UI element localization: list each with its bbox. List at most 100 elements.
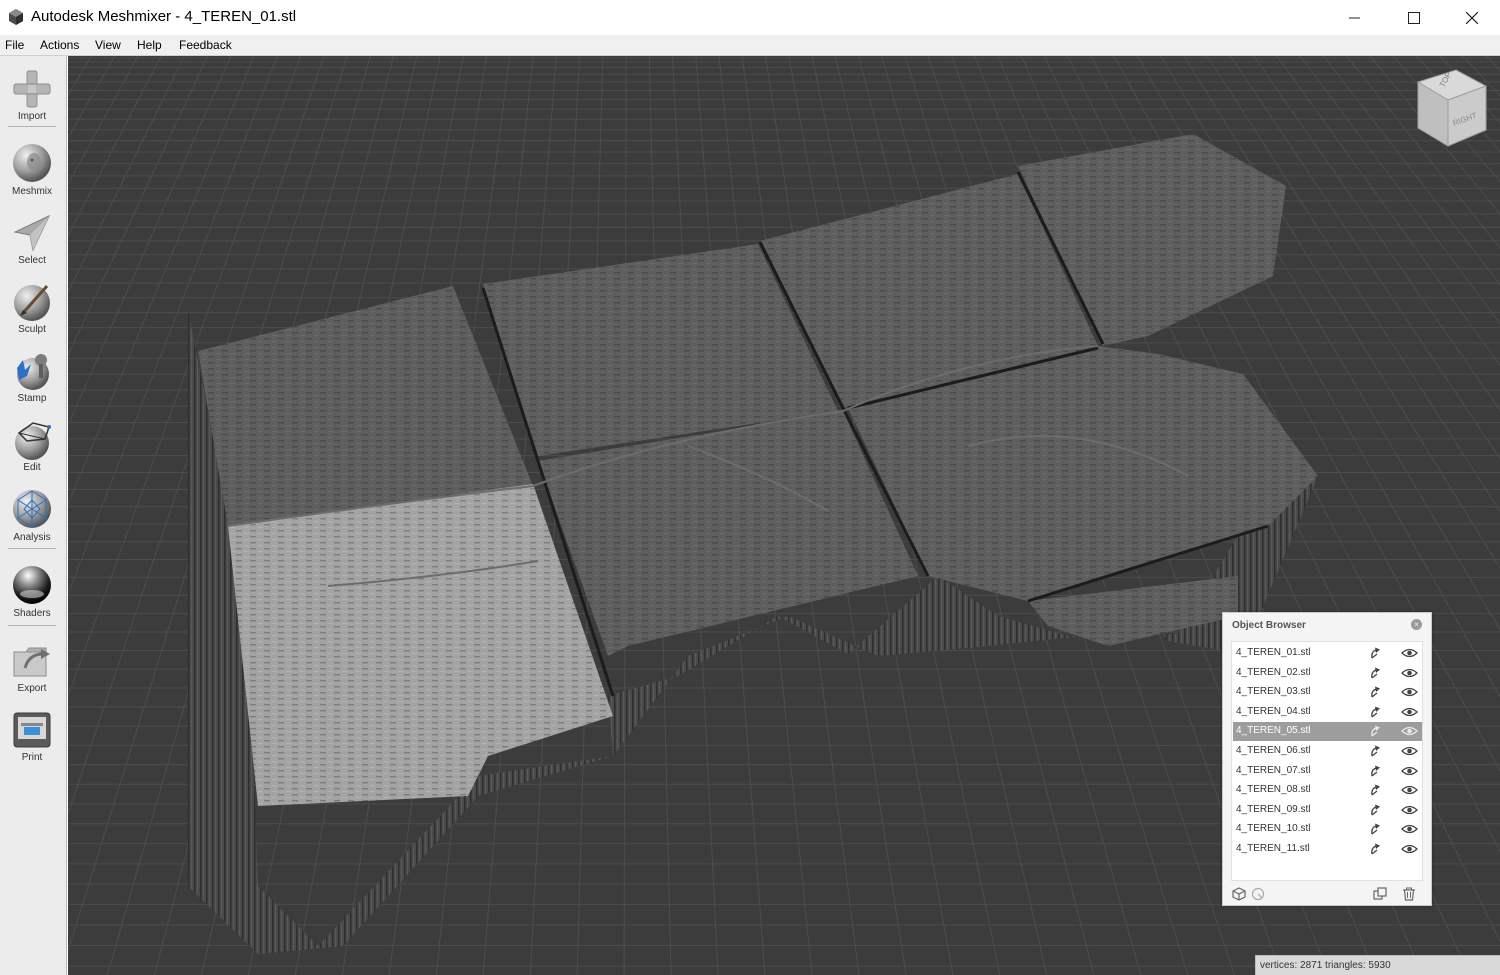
visibility-eye-icon[interactable]	[1401, 784, 1418, 796]
transform-icon[interactable]	[1369, 744, 1383, 758]
tool-export[interactable]: Export	[0, 634, 64, 700]
visibility-eye-icon[interactable]	[1401, 706, 1418, 718]
visibility-eye-icon[interactable]	[1401, 667, 1418, 679]
menu-bar: File Actions View Help Feedback	[0, 35, 1500, 56]
object-row[interactable]: 4_TEREN_07.stl	[1233, 762, 1422, 781]
transform-icon[interactable]	[1369, 783, 1383, 797]
printer-icon	[13, 712, 51, 748]
transform-icon[interactable]	[1369, 666, 1383, 680]
transform-icon[interactable]	[1369, 803, 1383, 817]
object-row[interactable]: 4_TEREN_04.stl	[1233, 703, 1422, 722]
terrain-tile-1	[198, 286, 533, 526]
object-list: 4_TEREN_01.stl 4_TEREN_02.stl 4_TEREN_03.s…	[1231, 641, 1423, 881]
object-browser-panel: Object Browser × 4_TEREN_01.stl 4_TEREN_0…	[1222, 612, 1432, 906]
cube-icon[interactable]	[1231, 886, 1247, 902]
tool-import[interactable]: Import	[0, 62, 64, 128]
shader-sphere-icon	[13, 566, 51, 604]
tool-print[interactable]: Print	[0, 703, 64, 769]
object-row[interactable]: 4_TEREN_09.stl	[1233, 801, 1422, 820]
object-name: 4_TEREN_03.stl	[1236, 686, 1311, 698]
view-cube[interactable]: TOP RIGHT	[1416, 68, 1488, 148]
duplicate-icon[interactable]	[1372, 886, 1388, 902]
object-name: 4_TEREN_02.stl	[1236, 666, 1311, 678]
menu-help[interactable]: Help	[137, 38, 162, 52]
object-row[interactable]: 4_TEREN_06.stl	[1233, 742, 1422, 761]
menu-file[interactable]: File	[5, 38, 24, 52]
close-icon[interactable]: ×	[1411, 619, 1422, 630]
visibility-eye-icon[interactable]	[1401, 647, 1418, 659]
toolbar-divider	[8, 625, 56, 626]
status-bar: vertices: 2871 triangles: 5930	[1255, 955, 1500, 975]
visibility-eye-icon[interactable]	[1401, 804, 1418, 816]
mesh-sphere-icon	[13, 490, 51, 528]
tool-select[interactable]: Select	[0, 206, 64, 272]
meshmixer-logo-icon	[9, 9, 23, 25]
menu-actions[interactable]: Actions	[40, 38, 79, 52]
object-browser-header[interactable]: Object Browser ×	[1223, 613, 1431, 637]
transform-icon[interactable]	[1369, 705, 1383, 719]
close-button[interactable]	[1443, 0, 1500, 35]
menu-view[interactable]: View	[95, 38, 121, 52]
visibility-eye-icon[interactable]	[1401, 725, 1418, 737]
tool-label: Print	[21, 752, 43, 763]
stamp-icon	[17, 354, 49, 390]
tool-shaders[interactable]: Shaders	[0, 558, 64, 624]
terrain-tile-selected	[228, 484, 613, 806]
toolbar-divider	[8, 548, 56, 549]
transform-icon[interactable]	[1369, 764, 1383, 778]
transform-icon[interactable]	[1369, 842, 1383, 856]
visibility-eye-icon[interactable]	[1401, 765, 1418, 777]
terrain-tile-5	[538, 411, 918, 656]
edit-sphere-icon	[15, 422, 51, 460]
menu-feedback[interactable]: Feedback	[179, 38, 232, 52]
object-row[interactable]: 4_TEREN_10.stl	[1233, 820, 1422, 839]
tool-meshmix[interactable]: Meshmix	[0, 136, 64, 202]
transform-icon[interactable]	[1369, 685, 1383, 699]
visibility-eye-icon[interactable]	[1401, 686, 1418, 698]
transform-icon[interactable]	[1369, 822, 1383, 836]
object-browser-title: Object Browser	[1232, 620, 1306, 631]
object-row[interactable]: 4_TEREN_03.stl	[1233, 683, 1422, 702]
tool-label: Import	[17, 111, 47, 122]
tool-label: Select	[18, 255, 46, 266]
object-row[interactable]: 4_TEREN_11.stl	[1233, 840, 1422, 859]
pivot-icon[interactable]	[1250, 886, 1266, 902]
brush-icon	[14, 285, 50, 321]
maximize-button[interactable]	[1385, 0, 1443, 35]
object-name: 4_TEREN_06.stl	[1236, 745, 1311, 756]
minimize-icon	[1349, 17, 1360, 18]
visibility-eye-icon[interactable]	[1401, 823, 1418, 835]
object-name: 4_TEREN_10.stl	[1236, 823, 1311, 835]
tool-label: Sculpt	[18, 324, 46, 335]
tool-sculpt[interactable]: Sculpt	[0, 275, 64, 341]
visibility-eye-icon[interactable]	[1401, 843, 1418, 855]
terrain-mesh	[188, 134, 1318, 954]
tool-label: Shaders	[13, 608, 51, 619]
object-row[interactable]: 4_TEREN_02.stl	[1233, 664, 1422, 683]
tool-label: Export	[17, 683, 47, 694]
visibility-eye-icon[interactable]	[1401, 745, 1418, 757]
transform-icon[interactable]	[1369, 646, 1383, 660]
left-toolbar: Import Meshmix Select Sculpt Stamp Edit …	[0, 56, 67, 975]
tool-edit[interactable]: Edit	[0, 413, 64, 479]
object-name: 4_TEREN_08.stl	[1236, 784, 1311, 796]
object-row[interactable]: 4_TEREN_08.stl	[1233, 781, 1422, 800]
object-row[interactable]: 4_TEREN_05.stl	[1233, 722, 1422, 742]
tool-label: Edit	[23, 462, 41, 473]
close-icon	[1466, 11, 1478, 24]
toolbar-divider	[8, 126, 56, 127]
trash-icon[interactable]	[1401, 886, 1417, 902]
title-bar: Autodesk Meshmixer - 4_TEREN_01.stl	[0, 0, 1500, 35]
object-name: 4_TEREN_09.stl	[1236, 803, 1311, 815]
object-name: 4_TEREN_01.stl	[1236, 647, 1311, 658]
minimize-button[interactable]	[1326, 0, 1384, 35]
object-row[interactable]: 4_TEREN_01.stl	[1233, 644, 1422, 663]
object-name: 4_TEREN_05.stl	[1236, 725, 1311, 737]
tool-label: Analysis	[13, 532, 51, 543]
transform-icon[interactable]	[1369, 724, 1383, 738]
meshmixer-window: Autodesk Meshmixer - 4_TEREN_01.stl File…	[0, 0, 1500, 975]
tool-label: Meshmix	[11, 186, 52, 197]
object-name: 4_TEREN_11.stl	[1236, 843, 1310, 854]
tool-stamp[interactable]: Stamp	[0, 344, 64, 410]
tool-analysis[interactable]: Analysis	[0, 482, 64, 548]
